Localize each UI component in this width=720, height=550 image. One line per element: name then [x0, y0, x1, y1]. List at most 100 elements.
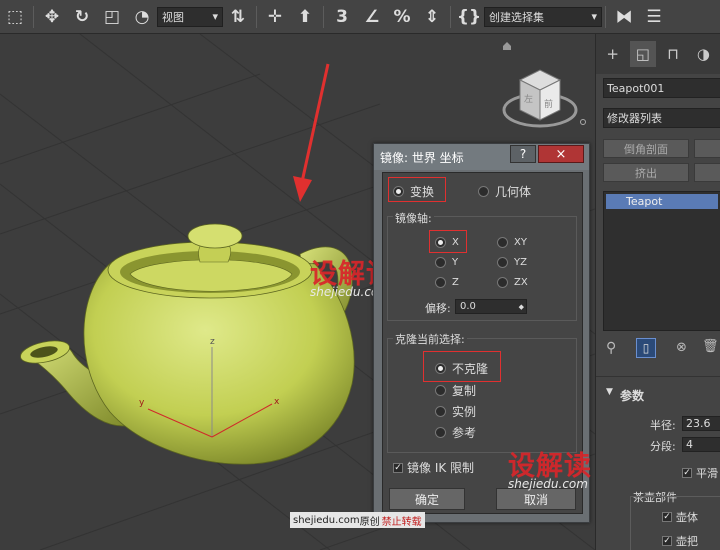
snap-3d-icon[interactable]: 3: [329, 4, 355, 30]
smooth-checkbox[interactable]: ✓ 平滑: [682, 465, 718, 481]
axis-zx-radio[interactable]: ZX: [497, 277, 528, 288]
object-name-field[interactable]: Teapot001: [603, 78, 720, 98]
axis-z-label: Z: [452, 277, 459, 288]
modifier-list-dropdown[interactable]: 修改器列表: [603, 108, 720, 128]
body-label: 壶体: [676, 511, 698, 524]
stack-item-teapot[interactable]: Teapot: [606, 194, 718, 209]
scale-icon[interactable]: ◰: [99, 4, 125, 30]
toolbar-divider: [450, 5, 451, 28]
select-manipulate-icon[interactable]: ✛: [262, 4, 288, 30]
footer-original: 原创: [359, 516, 380, 528]
gizmo-z-label: z: [210, 337, 215, 347]
mirror-ik-label: 镜像 IK 限制: [407, 461, 475, 475]
axis-xy-radio[interactable]: XY: [497, 237, 527, 248]
axis-xy-radio-dot: [497, 237, 508, 248]
hierarchy-tab-icon[interactable]: ⊓: [661, 41, 686, 67]
svg-text:左: 左: [524, 93, 533, 105]
spinner-arrows-icon[interactable]: ◆: [519, 303, 526, 311]
modifier-button-2[interactable]: [694, 139, 720, 158]
offset-label: 偏移:: [425, 302, 451, 315]
footer-warning: 禁止转载: [381, 516, 422, 528]
keyboard-shortcut-icon[interactable]: ⬆: [292, 4, 318, 30]
axis-y-radio-dot: [435, 257, 446, 268]
extrude-button[interactable]: 挤出: [603, 163, 689, 182]
handle-label: 壶把: [676, 535, 698, 548]
show-end-result-icon[interactable]: ▯: [636, 338, 656, 358]
help-button[interactable]: ?: [510, 145, 536, 163]
axis-z-radio[interactable]: Z: [435, 277, 459, 288]
remove-modifier-trash-icon[interactable]: 🗑: [702, 339, 719, 354]
angle-snap-icon[interactable]: ∠: [359, 4, 385, 30]
radius-label: 半径:: [650, 419, 676, 432]
instance-radio-dot: [435, 406, 446, 417]
highlight-no-clone: [423, 351, 501, 382]
axis-y-radio[interactable]: Y: [435, 257, 458, 268]
placement-icon[interactable]: ◔: [129, 4, 155, 30]
copy-radio-dot: [435, 385, 446, 396]
chevron-down-icon: ▾: [212, 10, 218, 23]
segments-spinner[interactable]: 4: [682, 437, 720, 452]
axis-yz-radio-dot: [497, 257, 508, 268]
move-icon[interactable]: ✥: [39, 4, 65, 30]
axis-zx-label: ZX: [514, 277, 528, 288]
reference-coord-value: 视图: [162, 10, 184, 24]
viewcube[interactable]: 前 左: [502, 69, 578, 128]
offset-value: 0.0: [460, 301, 476, 312]
reference-radio[interactable]: 参考: [435, 424, 476, 441]
handle-check-icon: ✓: [662, 536, 672, 546]
rotate-icon[interactable]: ↻: [69, 4, 95, 30]
percent-snap-icon[interactable]: %: [389, 4, 415, 30]
highlight-axis-x: [429, 230, 467, 253]
modifier-button-4[interactable]: [694, 163, 720, 182]
mirror-ik-checkbox[interactable]: ✓ 镜像 IK 限制: [393, 459, 474, 476]
axis-yz-radio[interactable]: YZ: [497, 257, 527, 268]
reference-coord-dropdown[interactable]: 视图 ▾: [157, 6, 223, 27]
cancel-button[interactable]: 取消: [496, 488, 576, 510]
axis-xy-label: XY: [514, 237, 527, 248]
clone-selection-label: 克隆当前选择:: [393, 331, 467, 347]
motion-tab-icon[interactable]: ◑: [691, 41, 716, 67]
named-selection-value: 创建选择集: [489, 10, 544, 24]
spinner-snap-icon[interactable]: ⇕: [419, 4, 445, 30]
create-tab-plus-icon[interactable]: +: [600, 41, 625, 67]
edit-named-selection-icon[interactable]: {}: [456, 4, 482, 30]
chevron-down-icon: ▾: [591, 10, 597, 23]
named-selection-dropdown[interactable]: 创建选择集 ▾: [484, 6, 602, 27]
command-panel: + ◱ ⊓ ◑ Teapot001 修改器列表 倒角剖面 挤出 Teapot ⚲…: [595, 34, 720, 550]
ok-button[interactable]: 确定: [389, 488, 465, 510]
footer-url: shejiedu.com: [293, 514, 360, 526]
align-icon[interactable]: ☰: [641, 4, 667, 30]
close-button[interactable]: ×: [538, 145, 584, 163]
app-window: ⬚ ✥ ↻ ◰ ◔ 视图 ▾ ⇅ ✛ ⬆ 3 ∠ % ⇕ {} 创建选择集 ▾ …: [0, 0, 720, 550]
body-checkbox[interactable]: ✓ 壶体: [662, 509, 698, 525]
instance-radio[interactable]: 实例: [435, 403, 476, 420]
modify-tab-icon[interactable]: ◱: [630, 41, 656, 67]
make-unique-icon[interactable]: ⊗: [676, 340, 687, 355]
offset-spinner[interactable]: 0.0 ◆: [455, 299, 527, 314]
body-check-icon: ✓: [662, 512, 672, 522]
mirror-icon[interactable]: ⧓: [611, 4, 637, 30]
reference-label: 参考: [452, 426, 477, 440]
watermark-brand-bottom: 设解读: [508, 451, 592, 482]
instance-label: 实例: [452, 405, 477, 419]
bevel-profile-button[interactable]: 倒角剖面: [603, 139, 689, 158]
rollout-collapse-icon[interactable]: ▼: [606, 387, 613, 397]
home-icon[interactable]: [503, 42, 511, 50]
axis-yz-label: YZ: [514, 257, 527, 268]
modifier-stack: Teapot: [603, 191, 720, 331]
radius-spinner[interactable]: 23.6: [682, 416, 720, 431]
geometry-radio[interactable]: 几何体: [478, 183, 531, 200]
segments-label: 分段:: [650, 440, 676, 453]
footer-copyright-tag: shejiedu.com 原创 禁止转载: [290, 512, 425, 528]
select-region-icon[interactable]: ⬚: [2, 4, 28, 30]
teapot-lid-knob: [187, 223, 243, 249]
main-toolbar: ⬚ ✥ ↻ ◰ ◔ 视图 ▾ ⇅ ✛ ⬆ 3 ∠ % ⇕ {} 创建选择集 ▾ …: [0, 0, 720, 34]
parameters-rollout-title[interactable]: 参数: [620, 387, 644, 404]
gizmo-y-label: y: [139, 398, 145, 408]
handle-checkbox[interactable]: ✓ 壶把: [662, 533, 698, 549]
pin-stack-icon[interactable]: ⚲: [606, 340, 616, 356]
pivot-center-icon[interactable]: ⇅: [225, 4, 251, 30]
annotation-arrow: [293, 63, 330, 202]
viewcube-menu-icon[interactable]: [580, 119, 586, 125]
copy-radio[interactable]: 复制: [435, 382, 476, 399]
